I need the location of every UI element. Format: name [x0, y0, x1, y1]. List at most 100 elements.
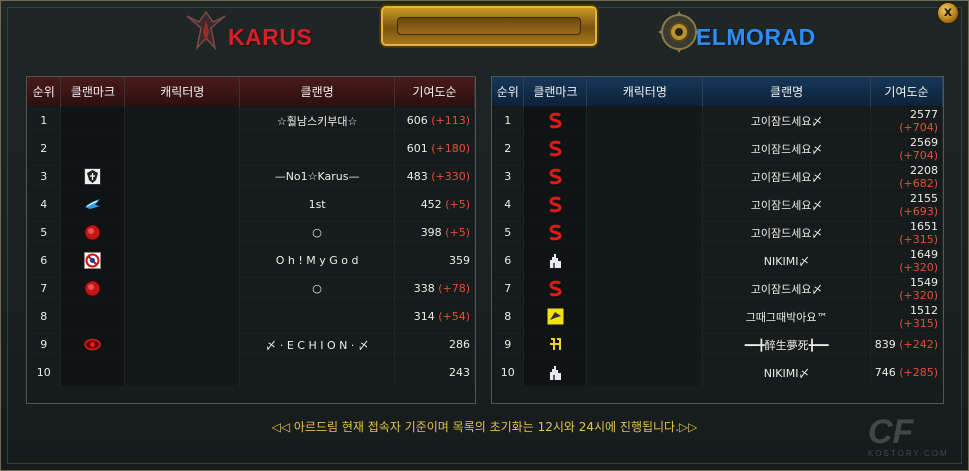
rank-cell: 9 — [27, 330, 62, 359]
contribution-value: 359 — [449, 254, 470, 267]
clan-mark-cell — [60, 330, 126, 359]
header-clan-mark[interactable]: 클랜마크 — [523, 77, 588, 107]
clan-mark-cell — [60, 358, 126, 386]
white-castle-icon — [547, 364, 564, 381]
table-row[interactable]: 5 ○ 398 (+5) — [27, 218, 475, 247]
clan-mark-cell — [523, 218, 588, 247]
table-row[interactable]: 6 O h ! M y G o d 359 — [27, 246, 475, 275]
table-row[interactable]: 9 〆 · E C H I O N · 〆 286 — [27, 330, 475, 359]
elmorad-ranking-panel: 순위 클랜마크 캐릭터명 클랜명 기여도순 1 고이잠드세요〆 2577 (+704… — [491, 76, 944, 404]
character-name-cell — [124, 302, 241, 331]
contribution-cell: 314 (+54) — [394, 302, 475, 331]
table-row[interactable]: 2 고이잠드세요〆 2569 (+704) — [492, 134, 943, 163]
clan-name-cell: 고이잠드세요〆 — [702, 190, 872, 219]
rank-cell: 9 — [492, 330, 525, 359]
rank-cell: 4 — [492, 190, 525, 219]
character-name-cell — [124, 190, 241, 219]
clan-mark-cell — [60, 162, 126, 191]
table-row[interactable]: 4 고이잠드세요〆 2155 (+693) — [492, 190, 943, 219]
table-row[interactable]: 3 —No1☆Karus— 483 (+330) — [27, 162, 475, 191]
contribution-delta: (+320) — [899, 288, 938, 302]
elmorad-emblem-icon — [658, 11, 700, 53]
clan-name-cell: ☆훨남스키부대☆ — [239, 106, 396, 135]
character-name-cell — [124, 330, 241, 359]
clan-name-cell: 고이잠드세요〆 — [702, 274, 872, 303]
header-clan-name[interactable]: 클랜명 — [702, 77, 872, 107]
shield-emblem-icon — [84, 168, 102, 185]
table-row[interactable]: 7 ○ 338 (+78) — [27, 274, 475, 303]
clan-name-cell: ○ — [239, 274, 396, 303]
table-row[interactable]: 8 그때그때박아요™ 1512 (+315) — [492, 302, 943, 331]
contribution-delta: (+320) — [899, 260, 938, 274]
contribution-cell: 338 (+78) — [394, 274, 475, 303]
contribution-delta: (+5) — [445, 198, 470, 211]
clan-mark-cell — [60, 274, 126, 303]
contribution-delta: (+693) — [899, 204, 938, 218]
table-row[interactable]: 5 고이잠드세요〆 1651 (+315) — [492, 218, 943, 247]
red-s-icon — [547, 140, 564, 157]
contribution-cell: 746 (+285) — [870, 358, 943, 386]
character-name-cell — [586, 106, 704, 135]
table-row[interactable]: 6 NIKIMI〆 1649 (+320) — [492, 246, 943, 275]
clan-mark-cell — [523, 162, 588, 191]
clan-mark-cell — [523, 358, 588, 386]
contribution-cell: 243 — [394, 358, 475, 386]
table-row[interactable]: 10 NIKIMI〆 746 (+285) — [492, 358, 943, 386]
table-row[interactable]: 1 ☆훨남스키부대☆ 606 (+113) — [27, 106, 475, 135]
contribution-value: 286 — [449, 338, 470, 351]
no-sign-icon — [84, 252, 102, 269]
header-contribution[interactable]: 기여도순 — [394, 77, 475, 107]
contribution-delta: (+54) — [438, 310, 470, 323]
table-row[interactable]: 3 고이잠드세요〆 2208 (+682) — [492, 162, 943, 191]
table-row[interactable]: 1 고이잠드세요〆 2577 (+704) — [492, 106, 943, 135]
header-rank[interactable]: 순위 — [27, 77, 62, 107]
table-row[interactable]: 7 고이잠드세요〆 1549 (+320) — [492, 274, 943, 303]
character-name-cell — [586, 134, 704, 163]
header-contribution[interactable]: 기여도순 — [870, 77, 943, 107]
clan-name-cell: ━━╋醉生夢死╋━━ — [702, 330, 872, 359]
clan-name-cell: 그때그때박아요™ — [702, 302, 872, 331]
header-rank[interactable]: 순위 — [492, 77, 525, 107]
table-row[interactable]: 10 243 — [27, 358, 475, 386]
table-row[interactable]: 8 314 (+54) — [27, 302, 475, 331]
clan-name-cell: 고이잠드세요〆 — [702, 106, 872, 135]
clan-mark-cell — [60, 246, 126, 275]
contribution-cell: 606 (+113) — [394, 106, 475, 135]
contribution-value: 2577 — [910, 107, 938, 121]
clan-name-cell: NIKIMI〆 — [702, 358, 872, 386]
rank-cell: 2 — [492, 134, 525, 163]
contribution-value: 2208 — [910, 163, 938, 177]
elmorad-ranking-table: 순위 클랜마크 캐릭터명 클랜명 기여도순 1 고이잠드세요〆 2577 (+704… — [492, 77, 943, 386]
table-row[interactable]: 9 ━━╋醉生夢死╋━━ 839 (+242) — [492, 330, 943, 359]
table-row[interactable]: 2 601 (+180) — [27, 134, 475, 163]
contribution-value: 338 — [413, 282, 435, 295]
contribution-value: 2155 — [910, 191, 938, 205]
clan-name-cell: 1st — [239, 190, 396, 219]
close-button[interactable]: x — [937, 2, 959, 24]
header-clan-mark[interactable]: 클랜마크 — [60, 77, 126, 107]
character-name-cell — [586, 218, 704, 247]
contribution-cell: 839 (+242) — [870, 330, 943, 359]
clan-mark-cell — [523, 246, 588, 275]
table-row[interactable]: 4 1st 452 (+5) — [27, 190, 475, 219]
contribution-delta: (+315) — [899, 232, 938, 246]
header-character-name[interactable]: 캐릭터명 — [124, 77, 241, 107]
character-name-cell — [124, 134, 241, 163]
red-s-icon — [547, 224, 564, 241]
contribution-delta: (+704) — [899, 120, 938, 134]
yellow-glyph-icon — [547, 336, 564, 353]
contribution-cell: 2577 (+704) — [870, 106, 943, 135]
clan-name-cell: ○ — [239, 218, 396, 247]
rank-cell: 8 — [27, 302, 62, 331]
character-name-cell — [586, 330, 704, 359]
karus-emblem-icon — [186, 10, 226, 51]
contribution-value: 601 — [406, 142, 428, 155]
clan-mark-cell — [60, 302, 126, 331]
contribution-cell: 2155 (+693) — [870, 190, 943, 219]
rank-cell: 5 — [492, 218, 525, 247]
header-clan-name[interactable]: 클랜명 — [239, 77, 396, 107]
karus-title: KARUS — [228, 24, 313, 50]
header-character-name[interactable]: 캐릭터명 — [586, 77, 704, 107]
contribution-delta: (+704) — [899, 148, 938, 162]
character-name-cell — [124, 358, 241, 386]
